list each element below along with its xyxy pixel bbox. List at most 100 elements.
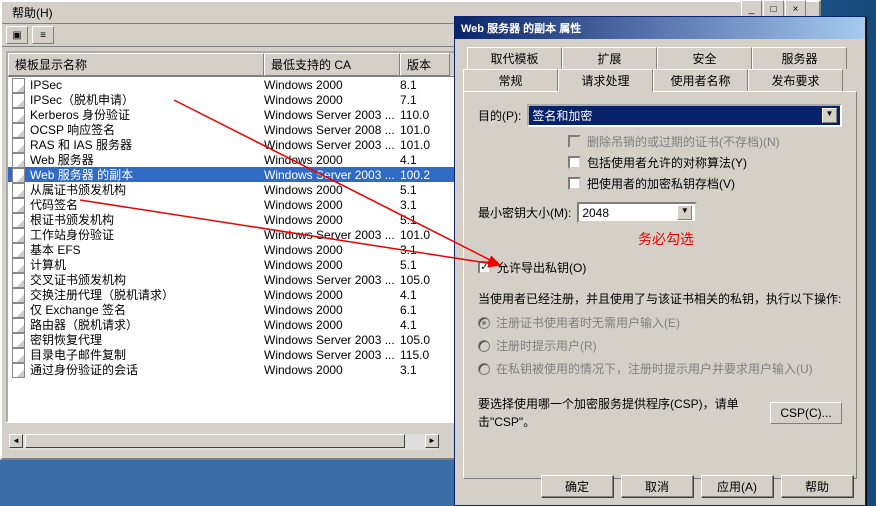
cb-delete-label: 删除吊销的或过期的证书(不存档)(N) — [587, 133, 780, 150]
row-version: 115.0 — [400, 348, 460, 362]
row-version: 4.1 — [400, 153, 460, 167]
horizontal-scrollbar[interactable]: ◄ ► — [9, 434, 439, 450]
cb-export-label: 允许导出私钥(O) — [497, 259, 586, 276]
template-icon — [12, 318, 26, 332]
row-ca: Windows 2000 — [264, 363, 400, 377]
row-version: 100.2 — [400, 168, 460, 182]
radio-prompt-key-row: 在私钥被使用的情况下，注册时提示用户并要求用户输入(U) — [478, 360, 842, 377]
checkbox-delete-revoked — [568, 135, 581, 148]
help-button[interactable]: 帮助 — [781, 475, 853, 497]
cb-export-key-row: 允许导出私钥(O) — [478, 259, 842, 276]
template-icon — [12, 168, 26, 182]
template-icon — [12, 153, 26, 167]
template-icon — [12, 273, 26, 287]
toolbar-button-1[interactable]: ▣ — [6, 26, 28, 44]
radio-prompt-key — [478, 363, 490, 375]
min-key-row: 最小密钥大小(M): 2048 ▼ — [478, 202, 842, 223]
template-icon — [12, 348, 26, 362]
row-ca: Windows 2000 — [264, 183, 400, 197]
row-version: 5.1 — [400, 213, 460, 227]
scroll-left-icon[interactable]: ◄ — [9, 434, 23, 448]
purpose-label: 目的(P): — [478, 107, 521, 124]
template-icon — [12, 303, 26, 317]
template-icon — [12, 183, 26, 197]
tab-取代模板[interactable]: 取代模板 — [467, 47, 562, 69]
tab-使用者名称[interactable]: 使用者名称 — [653, 69, 748, 91]
checkbox-archive-key[interactable] — [568, 177, 581, 190]
row-name: IPSec — [30, 78, 62, 92]
cb-include-label: 包括使用者允许的对称算法(Y) — [587, 154, 747, 171]
row-version: 105.0 — [400, 273, 460, 287]
row-version: 110.0 — [400, 108, 460, 122]
column-header-ca[interactable]: 最低支持的 CA — [264, 53, 400, 76]
tab-服务器[interactable]: 服务器 — [752, 47, 847, 69]
row-ca: Windows 2000 — [264, 78, 400, 92]
min-key-value: 2048 — [582, 206, 609, 220]
template-icon — [12, 258, 26, 272]
template-icon — [12, 198, 26, 212]
row-ca: Windows 2000 — [264, 93, 400, 107]
scroll-right-icon[interactable]: ► — [425, 434, 439, 448]
csp-button[interactable]: CSP(C)... — [770, 402, 842, 424]
tab-row-front: 常规请求处理使用者名称发布要求 — [463, 69, 857, 91]
cancel-button[interactable]: 取消 — [621, 475, 693, 497]
row-ca: Windows Server 2003 ... — [264, 333, 400, 347]
radio-no-input — [478, 317, 490, 329]
template-icon — [12, 243, 26, 257]
radio-no-input-label: 注册证书使用者时无需用户输入(E) — [496, 314, 680, 331]
toolbar-button-2[interactable]: ≡ — [32, 26, 54, 44]
row-name: 通过身份验证的会话 — [30, 361, 138, 378]
template-icon — [12, 333, 26, 347]
template-icon — [12, 228, 26, 242]
checkbox-export-private-key[interactable] — [478, 261, 491, 274]
radio-prompt-key-label: 在私钥被使用的情况下，注册时提示用户并要求用户输入(U) — [496, 360, 813, 377]
properties-dialog: Web 服务器 的副本 属性 取代模板扩展安全服务器 常规请求处理使用者名称发布… — [454, 16, 866, 506]
row-ca: Windows 2000 — [264, 213, 400, 227]
row-version: 3.1 — [400, 363, 460, 377]
csp-row: 要选择使用哪一个加密服务提供程序(CSP)，请单击"CSP"。 CSP(C)..… — [478, 395, 842, 431]
row-version: 5.1 — [400, 258, 460, 272]
tab-安全[interactable]: 安全 — [657, 47, 752, 69]
csp-text: 要选择使用哪一个加密服务提供程序(CSP)，请单击"CSP"。 — [478, 395, 760, 431]
dialog-title: Web 服务器 的副本 属性 — [455, 17, 865, 39]
row-version: 4.1 — [400, 318, 460, 332]
cb-archive-key-row: 把使用者的加密私钥存档(V) — [568, 175, 842, 192]
min-key-select[interactable]: 2048 ▼ — [577, 202, 697, 223]
purpose-select[interactable]: 签名和加密 ▼ — [527, 104, 842, 127]
row-ca: Windows Server 2003 ... — [264, 348, 400, 362]
row-version: 101.0 — [400, 123, 460, 137]
dialog-buttons: 确定 取消 应用(A) 帮助 — [541, 475, 853, 497]
ok-button[interactable]: 确定 — [541, 475, 613, 497]
purpose-value: 签名和加密 — [532, 107, 592, 124]
template-icon — [12, 213, 26, 227]
column-header-name[interactable]: 模板显示名称 — [8, 53, 264, 76]
row-ca: Windows 2000 — [264, 303, 400, 317]
row-version: 101.0 — [400, 138, 460, 152]
template-icon — [12, 108, 26, 122]
template-icon — [12, 288, 26, 302]
enrolled-text: 当使用者已经注册，并且使用了与该证书相关的私钥，执行以下操作: — [478, 290, 842, 308]
template-icon — [12, 93, 26, 107]
tab-扩展[interactable]: 扩展 — [562, 47, 657, 69]
radio-prompt-label: 注册时提示用户(R) — [496, 337, 597, 354]
menu-help[interactable]: 帮助(H) — [8, 4, 57, 22]
cb-archive-label: 把使用者的加密私钥存档(V) — [587, 175, 735, 192]
radio-no-input-row: 注册证书使用者时无需用户输入(E) — [478, 314, 842, 331]
scroll-thumb-h[interactable] — [25, 434, 405, 448]
apply-button[interactable]: 应用(A) — [701, 475, 773, 497]
row-version: 7.1 — [400, 93, 460, 107]
tab-发布要求[interactable]: 发布要求 — [748, 69, 843, 91]
tab-container: 取代模板扩展安全服务器 常规请求处理使用者名称发布要求 目的(P): 签名和加密… — [463, 47, 857, 479]
cb-include-algo-row: 包括使用者允许的对称算法(Y) — [568, 154, 842, 171]
template-icon — [12, 138, 26, 152]
row-ca: Windows Server 2003 ... — [264, 108, 400, 122]
row-version: 101.0 — [400, 228, 460, 242]
row-ca: Windows Server 2008 ... — [264, 123, 400, 137]
column-header-version[interactable]: 版本 — [400, 53, 450, 76]
row-ca: Windows Server 2003 ... — [264, 138, 400, 152]
tab-常规[interactable]: 常规 — [463, 69, 558, 91]
checkbox-include-algo[interactable] — [568, 156, 581, 169]
row-version: 3.1 — [400, 243, 460, 257]
tab-row-back: 取代模板扩展安全服务器 — [467, 47, 853, 69]
tab-请求处理[interactable]: 请求处理 — [558, 69, 653, 92]
